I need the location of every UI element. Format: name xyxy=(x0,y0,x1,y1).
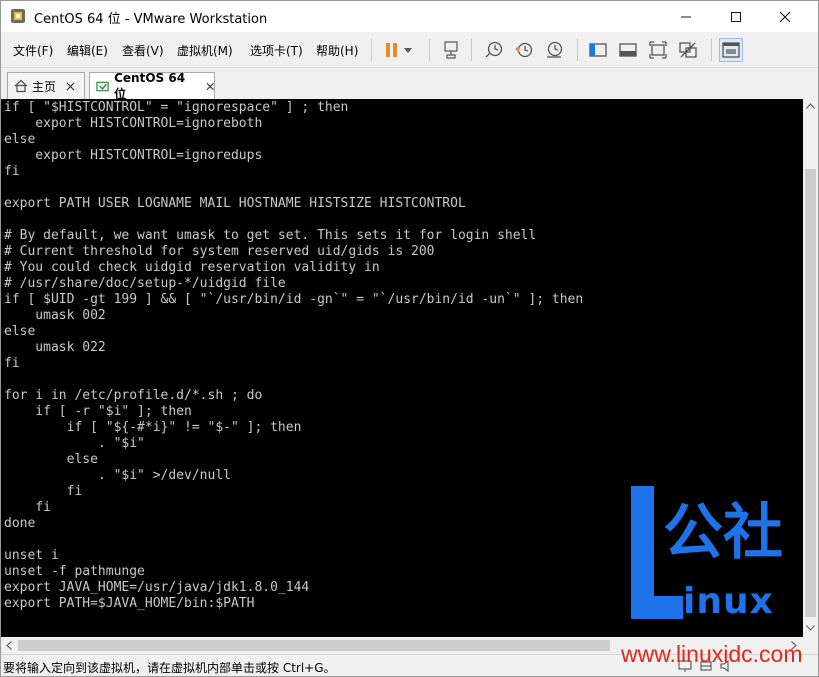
tab-home[interactable]: 主页 xyxy=(7,72,85,99)
terminal-line: . "$i" >/dev/null xyxy=(4,468,231,483)
terminal-line: export HISTCONTROL=ignoredups xyxy=(4,148,263,163)
terminal-line: else xyxy=(4,324,36,339)
console-view-icon xyxy=(722,42,740,58)
vmware-window: CentOS 64 位 - VMware Workstation 文件(F) 编… xyxy=(0,0,819,677)
status-bar: 要将输入定向到该虚拟机，请在虚拟机内部单击或按 Ctrl+G。 xyxy=(1,654,818,676)
status-message: 要将输入定向到该虚拟机，请在虚拟机内部单击或按 Ctrl+G。 xyxy=(3,661,336,675)
pause-button[interactable] xyxy=(379,38,415,62)
menu-file[interactable]: 文件(F) xyxy=(13,42,53,59)
close-icon xyxy=(779,11,791,22)
close-button[interactable] xyxy=(763,1,807,32)
tab-home-label: 主页 xyxy=(32,79,57,94)
menu-bar: 文件(F) 编辑(E) 查看(V) 虚拟机(M) 选项卡(T) 帮助(H) xyxy=(1,32,818,68)
pause-icon xyxy=(386,43,412,57)
maximize-button[interactable] xyxy=(714,1,758,32)
tab-bar: 主页 CentOS 64 位 xyxy=(1,68,818,101)
snapshot-manager-icon xyxy=(547,41,563,58)
minimize-button[interactable] xyxy=(664,1,708,32)
terminal-line: fi xyxy=(4,356,20,371)
network-computer-icon xyxy=(444,41,458,59)
network-adapter-icon[interactable] xyxy=(677,659,693,673)
terminal-line: done xyxy=(4,516,36,531)
terminal-text: if [ "$HISTCONTROL" = "ignorespace" ] ; … xyxy=(4,100,583,612)
terminal-line: export PATH USER LOGNAME MAIL HOSTNAME H… xyxy=(4,196,466,211)
snapshot-clock-icon xyxy=(485,41,503,58)
toolbar-separator xyxy=(429,39,430,61)
terminal-line: umask 002 xyxy=(4,308,106,323)
window-title: CentOS 64 位 - VMware Workstation xyxy=(34,12,268,27)
vertical-scrollbar[interactable] xyxy=(803,99,818,637)
full-screen-icon xyxy=(649,41,667,59)
unity-button[interactable] xyxy=(676,38,700,62)
terminal-line: fi xyxy=(4,500,51,515)
toolbar-separator xyxy=(711,39,712,61)
virtual-machine-icon xyxy=(96,81,109,91)
toolbar-separator xyxy=(471,39,472,61)
close-tab-icon[interactable] xyxy=(206,82,214,91)
menu-edit[interactable]: 编辑(E) xyxy=(67,42,108,59)
home-icon xyxy=(14,79,28,93)
terminal-line: # /usr/share/doc/setup-*/uidgid file xyxy=(4,276,286,291)
scroll-left-arrow-icon[interactable] xyxy=(6,641,12,650)
terminal-line: if [ "$HISTCONTROL" = "ignorespace" ] ; … xyxy=(4,100,349,115)
terminal-line: . "$i" xyxy=(4,436,145,451)
terminal-line: if [ "${-#*i}" != "$-" ]; then xyxy=(4,420,302,435)
sound-card-icon[interactable] xyxy=(719,659,735,673)
scroll-right-arrow-icon[interactable] xyxy=(791,641,797,650)
terminal-line: # Current threshold for system reserved … xyxy=(4,244,435,259)
terminal-line: if [ -r "$i" ]; then xyxy=(4,404,192,419)
menu-vm[interactable]: 虚拟机(M) xyxy=(177,42,233,59)
title-bar: CentOS 64 位 - VMware Workstation xyxy=(1,1,818,32)
sidebar-layout-icon xyxy=(589,43,607,57)
horizontal-scrollbar[interactable] xyxy=(1,637,803,654)
bottom-bar-layout-icon xyxy=(619,43,637,57)
terminal-line: # You could check uidgid reservation val… xyxy=(4,260,380,275)
terminal-line: fi xyxy=(4,484,83,499)
show-library-button[interactable] xyxy=(586,38,610,62)
terminal-line: export JAVA_HOME=/usr/java/jdk1.8.0_144 xyxy=(4,580,310,595)
terminal-line: else xyxy=(4,452,98,467)
close-tab-icon[interactable] xyxy=(66,82,75,91)
vertical-scroll-thumb[interactable] xyxy=(805,169,816,617)
menu-help[interactable]: 帮助(H) xyxy=(316,42,358,59)
terminal-line: unset -f pathmunge xyxy=(4,564,145,579)
snapshot-button[interactable] xyxy=(482,38,506,62)
menu-tabs[interactable]: 选项卡(T) xyxy=(250,42,303,59)
vmware-app-icon xyxy=(11,9,25,23)
revert-snapshot-button[interactable] xyxy=(512,38,536,62)
minimize-icon xyxy=(681,16,691,17)
send-ctrl-alt-del-button[interactable] xyxy=(439,38,463,62)
terminal-line: unset i xyxy=(4,548,59,563)
usb-device-icon[interactable] xyxy=(698,659,714,673)
toolbar-separator xyxy=(371,39,372,61)
terminal-line: umask 022 xyxy=(4,340,106,355)
console-view-button[interactable] xyxy=(719,38,743,62)
menu-view[interactable]: 查看(V) xyxy=(122,42,164,59)
tab-centos-label: CentOS 64 位 xyxy=(114,71,186,101)
terminal-line: export PATH=$JAVA_HOME/bin:$PATH xyxy=(4,596,255,611)
toolbar-separator xyxy=(577,39,578,61)
vm-console[interactable]: if [ "$HISTCONTROL" = "ignorespace" ] ; … xyxy=(1,99,803,637)
revert-snapshot-icon xyxy=(515,42,533,58)
terminal-line: else xyxy=(4,132,36,147)
horizontal-scroll-thumb[interactable] xyxy=(18,640,610,651)
unity-mode-icon xyxy=(679,42,697,58)
terminal-line: # By default, we want umask to get set. … xyxy=(4,228,537,243)
terminal-line: if [ $UID -gt 199 ] && [ "`/usr/bin/id -… xyxy=(4,292,584,307)
maximize-icon xyxy=(731,11,741,22)
snapshot-manager-button[interactable] xyxy=(542,38,566,62)
terminal-line: for i in /etc/profile.d/*.sh ; do xyxy=(4,388,263,403)
terminal-line: export HISTCONTROL=ignoreboth xyxy=(4,116,263,131)
terminal-line: fi xyxy=(4,164,20,179)
full-screen-button[interactable] xyxy=(646,38,670,62)
thumbnail-bar-button[interactable] xyxy=(616,38,640,62)
tab-centos[interactable]: CentOS 64 位 xyxy=(89,71,215,101)
scroll-down-arrow-icon[interactable] xyxy=(806,625,815,631)
scroll-up-arrow-icon[interactable] xyxy=(806,103,815,109)
